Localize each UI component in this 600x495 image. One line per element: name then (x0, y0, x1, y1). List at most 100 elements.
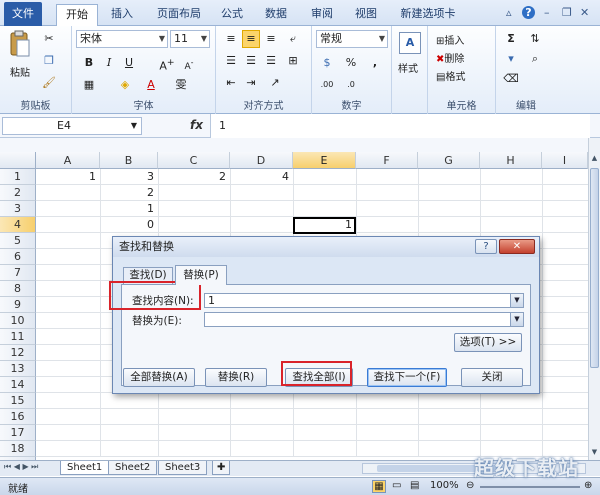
insert-function-button[interactable]: fx (190, 118, 203, 132)
column-header-i[interactable]: I (542, 152, 588, 169)
column-header-g[interactable]: G (418, 152, 480, 169)
vertical-scrollbar[interactable]: ▲ ▼ (588, 138, 600, 460)
column-header-f[interactable]: F (356, 152, 418, 169)
ribbon-minimize-icon[interactable]: ▵ (506, 6, 512, 19)
sort-filter-icon[interactable]: ⇅ (526, 30, 544, 48)
cell-c1[interactable]: 2 (158, 169, 230, 185)
column-header-h[interactable]: H (480, 152, 542, 169)
comma-button[interactable]: , (366, 54, 384, 72)
zoom-in-icon[interactable]: ⊕ (584, 480, 592, 491)
row-header[interactable]: 6 (0, 249, 36, 265)
increase-indent-icon[interactable]: ⇥ (242, 74, 260, 92)
copy-icon[interactable]: ❐ (40, 52, 58, 70)
align-right-icon[interactable]: ☰ (262, 52, 280, 70)
page-layout-view-icon[interactable]: ▭ (392, 480, 401, 491)
format-button[interactable]: ▤格式 (436, 68, 465, 83)
decrease-indent-icon[interactable]: ⇤ (222, 74, 240, 92)
shrink-font-icon[interactable]: A- (180, 54, 198, 72)
sheet-nav-icon[interactable]: ⏮ ◀ ▶ ⏭ (4, 462, 38, 472)
formula-input[interactable]: 1 (210, 114, 590, 138)
find-next-button[interactable]: 查找下一个(F) (367, 368, 447, 387)
scroll-down-icon[interactable]: ▼ (590, 448, 599, 458)
chevron-down-icon[interactable]: ▼ (510, 313, 523, 326)
currency-icon[interactable]: $ (318, 54, 336, 72)
restore-icon[interactable]: ❐ (562, 6, 572, 19)
tab-page-layout[interactable]: 页面布局 (150, 4, 208, 26)
row-header[interactable]: 18 (0, 441, 36, 457)
cell-b3[interactable]: 1 (100, 201, 158, 217)
cell-e4[interactable]: 1 (293, 217, 356, 233)
bold-button[interactable]: B (80, 54, 98, 72)
autosum-button[interactable]: Σ (502, 30, 520, 48)
fill-icon[interactable]: ▾ (502, 50, 520, 68)
paste-button[interactable]: 粘贴 (10, 64, 30, 79)
dialog-help-icon[interactable]: ? (475, 239, 497, 254)
replace-button[interactable]: 替换(R) (205, 368, 267, 387)
fill-color-icon[interactable]: ◈ (116, 76, 134, 94)
zoom-level[interactable]: 100% (430, 480, 459, 491)
format-painter-icon[interactable]: 🖌 (40, 74, 58, 92)
cell-b1[interactable]: 3 (100, 169, 158, 185)
minimize-icon[interactable]: – (544, 6, 550, 19)
help-icon[interactable]: ? (522, 6, 535, 19)
zoom-slider[interactable] (480, 486, 580, 488)
merge-cells-icon[interactable]: ⊞ (284, 52, 302, 70)
sheet-tab-1[interactable]: Sheet1 (60, 461, 110, 475)
close-button[interactable]: 关闭 (461, 368, 523, 387)
tab-formulas[interactable]: 公式 (214, 4, 250, 26)
insert-button[interactable]: ⊞插入 (436, 32, 464, 47)
row-header[interactable]: 4 (0, 217, 36, 233)
tab-insert[interactable]: 插入 (104, 4, 140, 26)
cell-b2[interactable]: 2 (100, 185, 158, 201)
tab-file[interactable]: 文件 (4, 2, 42, 26)
phonetic-icon[interactable]: 雯 (172, 76, 190, 94)
row-header[interactable]: 5 (0, 233, 36, 249)
row-header[interactable]: 16 (0, 409, 36, 425)
styles-icon[interactable]: A (399, 32, 421, 54)
sheet-tab-3[interactable]: Sheet3 (158, 461, 208, 475)
styles-button[interactable]: 样式 (398, 60, 418, 75)
row-header[interactable]: 1 (0, 169, 36, 185)
tab-home[interactable]: 开始 (56, 4, 98, 26)
column-header-b[interactable]: B (100, 152, 158, 169)
percent-button[interactable]: % (342, 54, 360, 72)
align-left-icon[interactable]: ☰ (222, 52, 240, 70)
italic-button[interactable]: I (100, 54, 118, 72)
row-header[interactable]: 13 (0, 361, 36, 377)
increase-decimal-icon[interactable]: .00 (318, 76, 336, 94)
zoom-out-icon[interactable]: ⊖ (466, 480, 474, 491)
sheet-tab-2[interactable]: Sheet2 (108, 461, 158, 475)
align-middle-icon[interactable]: ≡ (242, 30, 260, 48)
normal-view-icon[interactable]: ▦ (372, 480, 386, 493)
paste-icon[interactable] (8, 30, 30, 60)
font-name-select[interactable]: 宋体 ▼ (76, 30, 168, 48)
insert-sheet-icon[interactable]: ✚ (212, 461, 231, 475)
number-format-select[interactable]: 常规 ▼ (316, 30, 388, 48)
column-header-d[interactable]: D (230, 152, 293, 169)
row-header[interactable]: 14 (0, 377, 36, 393)
decrease-decimal-icon[interactable]: .0 (342, 76, 360, 94)
close-icon[interactable]: ✕ (580, 6, 589, 19)
row-header[interactable]: 11 (0, 329, 36, 345)
orientation-icon[interactable]: ↗ (266, 74, 284, 92)
font-color-icon[interactable]: A (142, 76, 160, 94)
select-all-corner[interactable] (0, 152, 36, 169)
find-select-icon[interactable]: ⌕ (526, 50, 544, 68)
page-break-view-icon[interactable]: ▤ (410, 480, 419, 491)
dialog-close-icon[interactable]: ✕ (499, 239, 535, 254)
tab-data[interactable]: 数据 (258, 4, 294, 26)
row-header[interactable]: 17 (0, 425, 36, 441)
tab-view[interactable]: 视图 (348, 4, 384, 26)
tab-review[interactable]: 审阅 (304, 4, 340, 26)
scroll-up-icon[interactable]: ▲ (590, 154, 599, 164)
row-header[interactable]: 7 (0, 265, 36, 281)
grow-font-icon[interactable]: A+ (158, 54, 176, 73)
align-top-icon[interactable]: ≡ (222, 30, 240, 48)
tab-new[interactable]: 新建选项卡 (394, 4, 462, 26)
row-header[interactable]: 12 (0, 345, 36, 361)
options-button[interactable]: 选项(T) >> (454, 333, 522, 352)
row-header[interactable]: 15 (0, 393, 36, 409)
replace-with-input[interactable]: ▼ (204, 312, 524, 327)
name-box[interactable]: E4 ▼ (2, 117, 142, 135)
clear-icon[interactable]: ⌫ (502, 70, 520, 88)
